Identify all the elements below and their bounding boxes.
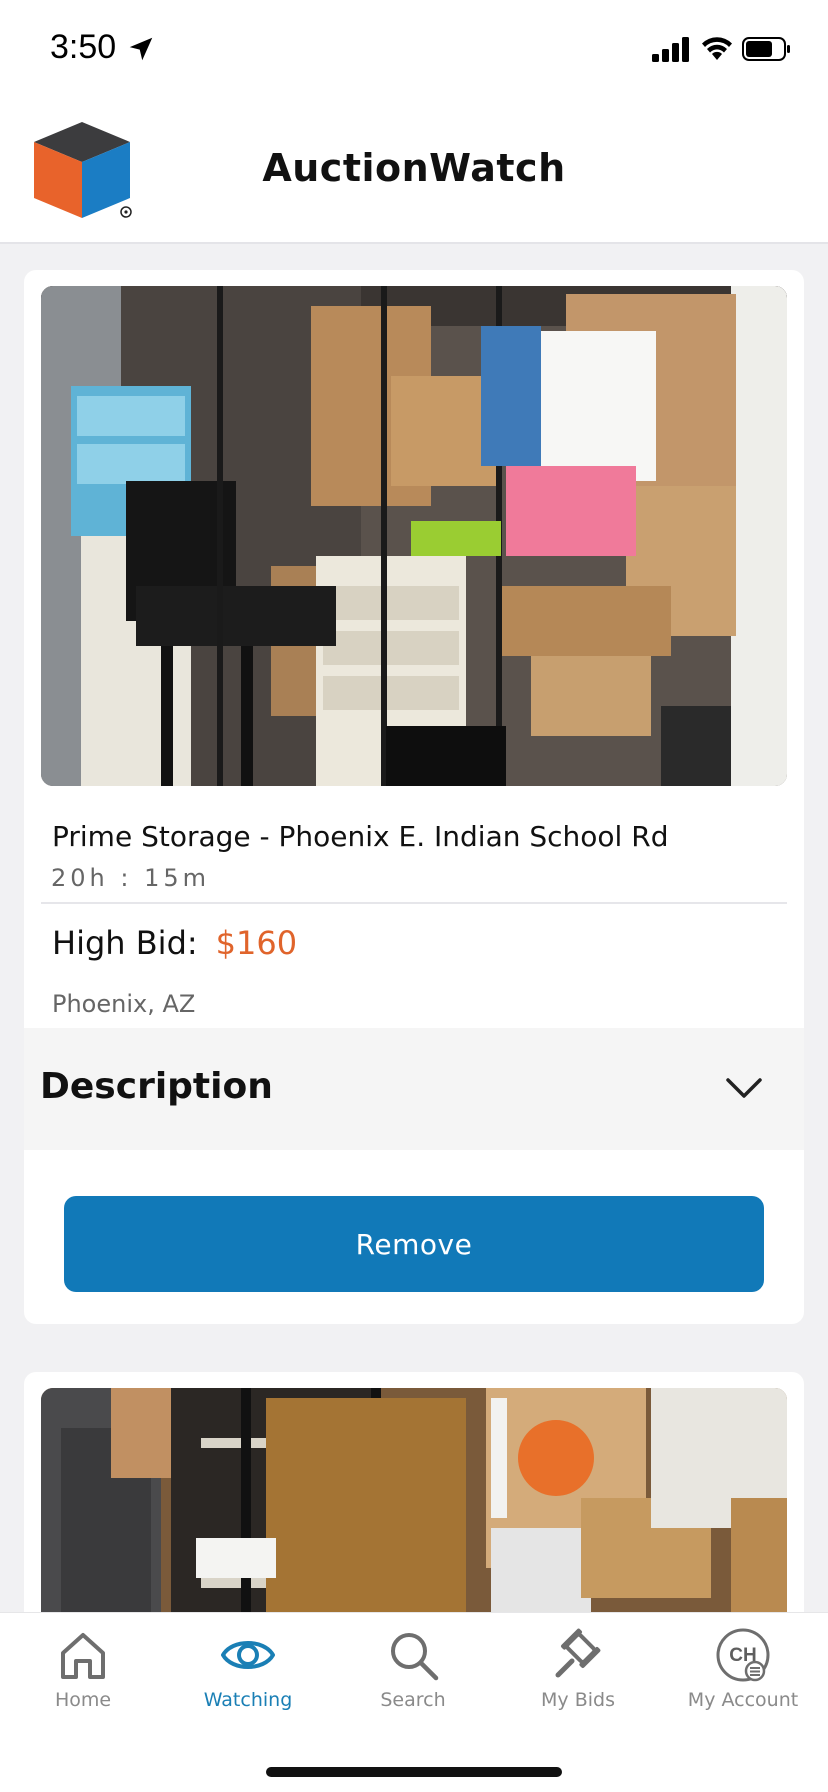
location-arrow-icon <box>129 37 153 61</box>
high-bid-row: High Bid: $160 <box>52 924 297 962</box>
nav-my-bids[interactable]: My Bids <box>495 1627 661 1737</box>
home-indicator[interactable] <box>266 1767 562 1777</box>
storage-unit-photo[interactable] <box>41 286 787 786</box>
status-bar: 3:50 <box>0 0 828 98</box>
nav-home-label: Home <box>54 1689 112 1711</box>
cellular-signal-icon <box>652 37 689 62</box>
gavel-icon <box>555 1628 601 1678</box>
listing-title[interactable]: Prime Storage - Phoenix E. Indian School… <box>52 820 668 853</box>
search-icon <box>391 1633 439 1681</box>
chevron-down-icon <box>726 1078 762 1098</box>
description-label: Description <box>40 1066 273 1107</box>
nav-my-bids-label: My Bids <box>541 1689 615 1711</box>
listing-card[interactable] <box>24 1372 804 1632</box>
divider <box>41 902 787 904</box>
high-bid-value: $160 <box>215 924 298 962</box>
nav-watching-label: Watching <box>203 1689 293 1711</box>
remove-button[interactable]: Remove <box>64 1196 764 1292</box>
nav-my-account[interactable]: CH My Account <box>660 1627 826 1737</box>
eye-icon <box>221 1641 275 1669</box>
listing-location: Phoenix, AZ <box>52 990 196 1018</box>
storage-unit-photo[interactable] <box>41 1388 787 1632</box>
battery-icon <box>742 37 790 61</box>
app-title: AuctionWatch <box>262 146 566 190</box>
screen: 3:50 AuctionWatch Prime Storage - Phoeni… <box>0 0 828 1792</box>
nav-search-label: Search <box>380 1689 446 1711</box>
nav-search[interactable]: Search <box>330 1627 496 1737</box>
description-toggle[interactable]: Description <box>24 1028 804 1150</box>
wifi-icon <box>702 37 732 60</box>
nav-watching[interactable]: Watching <box>165 1627 331 1737</box>
nav-my-account-label: My Account <box>687 1689 799 1711</box>
app-header: AuctionWatch <box>0 98 828 244</box>
status-time: 3:50 <box>50 28 117 66</box>
home-icon <box>61 1633 105 1679</box>
high-bid-label: High Bid: <box>52 924 198 962</box>
bottom-nav: Home Watching Search My Bids CH My Accou… <box>0 1612 828 1792</box>
listing-card[interactable]: Prime Storage - Phoenix E. Indian School… <box>24 270 804 1324</box>
account-icon: CH <box>716 1628 770 1682</box>
nav-home[interactable]: Home <box>0 1627 166 1737</box>
time-remaining: 20h : 15m <box>51 864 211 892</box>
